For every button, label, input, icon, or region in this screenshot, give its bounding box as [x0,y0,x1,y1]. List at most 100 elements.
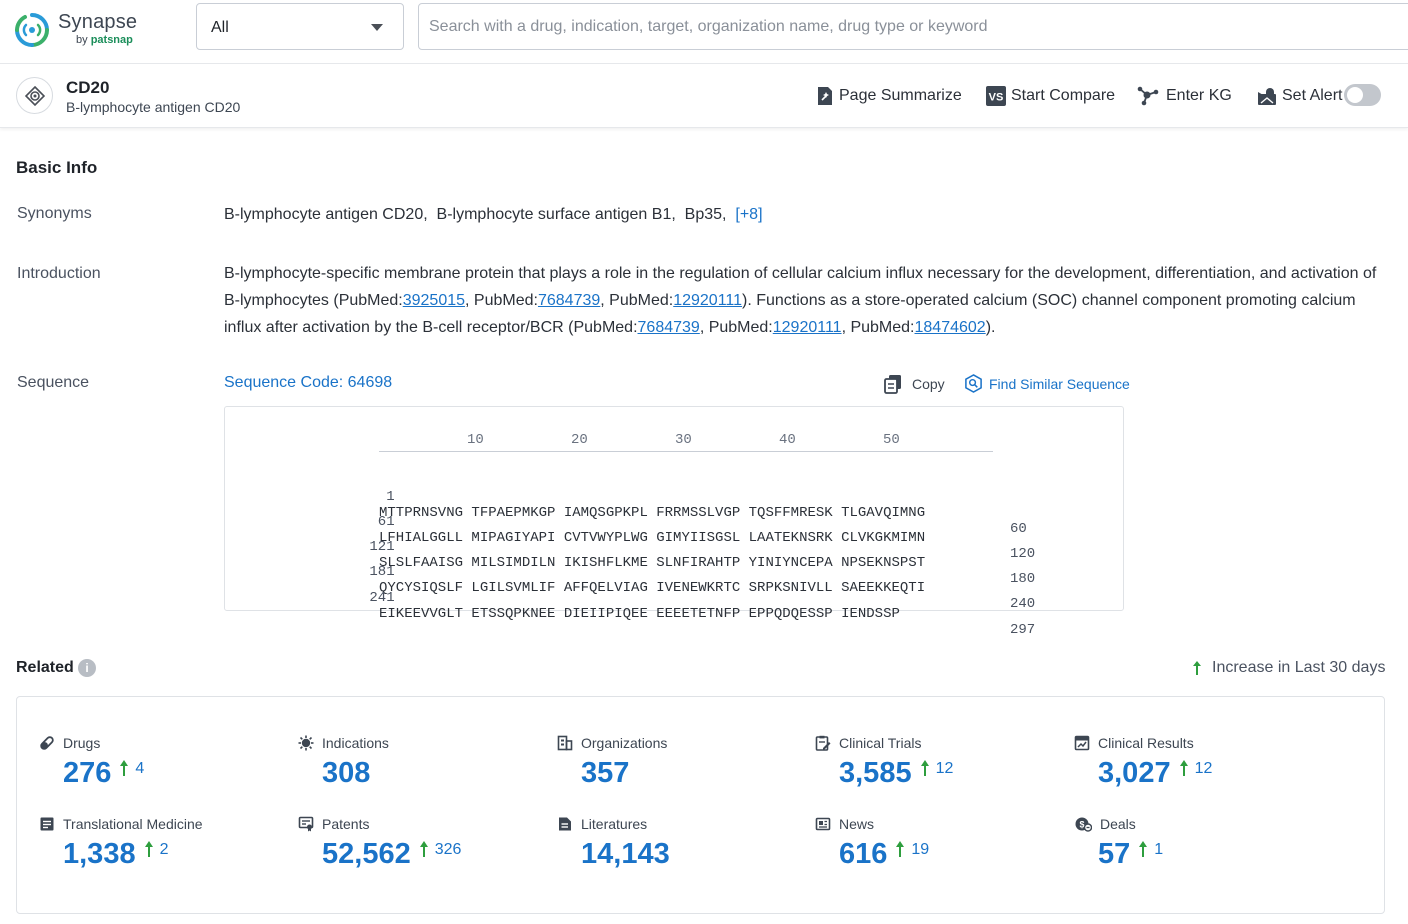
stat-label: Drugs [63,735,100,751]
alert-icon [1257,86,1277,106]
building-icon [557,735,573,751]
stat-translational-medicine[interactable]: Translational Medicine 1,3382 [39,816,279,886]
sequence-end-index: 120 [1010,546,1035,562]
arrow-up-icon [1138,840,1148,858]
sequence-start-index: 61 [259,514,395,530]
enter-kg-button[interactable]: Enter KG [1137,86,1232,106]
compare-icon: VS [986,86,1006,106]
basic-info-title: Basic Info [16,158,97,178]
ruler-tick: 10 [467,432,484,448]
related-title: Related [16,659,74,677]
sequence-code-link[interactable]: Sequence Code: 64698 [224,374,392,392]
ruler-tick: 40 [779,432,796,448]
stat-value-row: 3,02712 [1098,757,1212,790]
stat-organizations[interactable]: Organizations 357 [557,735,797,805]
stat-increase-value: 326 [435,841,462,858]
entity-header: CD20 B-lymphocyte antigen CD20 Page Summ… [0,64,1408,128]
pubmed-link[interactable]: 7684739 [638,319,700,336]
pubmed-link[interactable]: 7684739 [538,292,600,309]
ruler-tick: 30 [675,432,692,448]
increase-legend-label: Increase in Last 30 days [1212,659,1385,677]
pubmed-link[interactable]: 12920111 [673,292,742,309]
stat-value: 3,585 [839,757,912,789]
stat-value-row: 1,3382 [63,838,168,871]
set-alert-button[interactable]: Set Alert [1257,86,1342,106]
doc-list-icon [39,816,55,832]
sequence-residues: SLSLFAAISG MILSIMDILN IKISHFLKME SLNFIRA… [379,555,925,571]
intro-text-3: , PubMed: [600,292,673,309]
stat-increase: 1 [1138,841,1163,859]
start-compare-button[interactable]: VS Start Compare [986,86,1115,106]
search-input[interactable] [418,3,1408,50]
logo-name: Synapse [58,11,137,34]
entity-subtitle: B-lymphocyte antigen CD20 [66,99,240,115]
toggle-knob [1347,87,1363,103]
sequence-start-index: 1 [259,489,395,505]
start-compare-label: Start Compare [1011,87,1115,105]
arrow-up-icon [419,840,429,858]
sequence-ruler: 10 20 30 40 50 [379,430,993,452]
summarize-icon [816,86,834,106]
stat-patents[interactable]: Patents 52,562326 [298,816,538,886]
stat-indications[interactable]: Indications 308 [298,735,538,805]
sequence-row: 181 QYCYSIQSLF LGILSVMLIF AFFQELVIAG IVE… [225,548,259,568]
search-scope-select[interactable]: All [196,3,404,50]
find-similar-sequence-button[interactable]: Find Similar Sequence [964,374,1130,393]
stat-label: Translational Medicine [63,816,203,832]
sequence-row: 121 SLSLFAAISG MILSIMDILN IKISHFLKME SLN… [225,523,259,543]
stat-clinical-results[interactable]: Clinical Results 3,02712 [1074,735,1314,805]
sequence-start-index: 181 [259,564,395,580]
virus-icon [298,735,314,751]
stat-header: Clinical Trials [815,735,921,751]
set-alert-toggle[interactable] [1344,84,1381,106]
pubmed-link[interactable]: 3925015 [403,292,465,309]
info-icon[interactable]: i [78,659,96,677]
stat-header: Indications [298,735,389,751]
increase-legend: Increase in Last 30 days [1192,659,1385,677]
stat-literatures[interactable]: Literatures 14,143 [557,816,797,886]
newspaper-icon [815,816,831,832]
stat-increase: 12 [920,760,954,778]
stat-label: Organizations [581,735,667,751]
page-summarize-button[interactable]: Page Summarize [816,86,962,106]
logo-byline: by patsnap [76,34,133,46]
stat-deals[interactable]: $ Deals 571 [1074,816,1314,886]
copy-sequence-button[interactable]: Copy [884,374,945,394]
enter-kg-label: Enter KG [1166,87,1232,105]
stat-value: 357 [581,757,629,789]
sequence-residues: EIKEEVVGLT ETSSQPKNEE DIEIIPIQEE EEEETET… [379,606,900,622]
sequence-row: 1 MTTPRNSVNG TFPAEPMKGP IAMQSGPKPL FRRMS… [225,473,259,493]
synonyms-more-link[interactable]: [+8] [735,206,762,223]
stat-value-row: 61619 [839,838,929,871]
synapse-logo-icon [14,12,50,48]
find-similar-icon [964,374,983,393]
page-summarize-label: Page Summarize [839,87,962,105]
stat-label: News [839,816,874,832]
svg-text:$: $ [1079,820,1084,830]
stat-drugs[interactable]: Drugs 2764 [39,735,279,805]
sequence-residues: LFHIALGGLL MIPAGIYAPI CVTVWYPLWG GIMYIIS… [379,530,925,546]
intro-text-2: , PubMed: [465,292,538,309]
sequence-residues: QYCYSIQSLF LGILSVMLIF AFFQELVIAG IVENEWK… [379,580,925,596]
synapse-logo[interactable]: Synapse by patsnap [14,8,144,52]
search-scope-value: All [211,19,229,37]
pubmed-link[interactable]: 18474602 [915,319,986,336]
stat-clinical-trials[interactable]: Clinical Trials 3,585 12 [815,735,1055,805]
sequence-end-index: 297 [1010,622,1035,638]
stat-news[interactable]: News 61619 [815,816,1055,886]
chart-doc-icon [1074,735,1090,751]
stat-value-row: 52,562326 [322,838,461,871]
clipboard-edit-icon [815,735,831,751]
sequence-row: 241 EIKEEVVGLT ETSSQPKNEE DIEIIPIQEE EEE… [225,574,259,594]
sequence-label: Sequence [17,374,89,392]
knowledge-graph-icon [1137,86,1159,106]
pubmed-link[interactable]: 12920111 [773,319,842,336]
synonyms-value: B-lymphocyte antigen CD20, B-lymphocyte … [224,201,763,228]
copy-label: Copy [912,376,945,392]
logo-by-text: by [76,34,88,46]
stat-header: Organizations [557,735,667,751]
arrow-up-icon [1192,660,1202,676]
arrow-up-icon [920,759,930,777]
stat-value: 3,027 [1098,757,1171,789]
stat-value: 616 [839,838,887,870]
